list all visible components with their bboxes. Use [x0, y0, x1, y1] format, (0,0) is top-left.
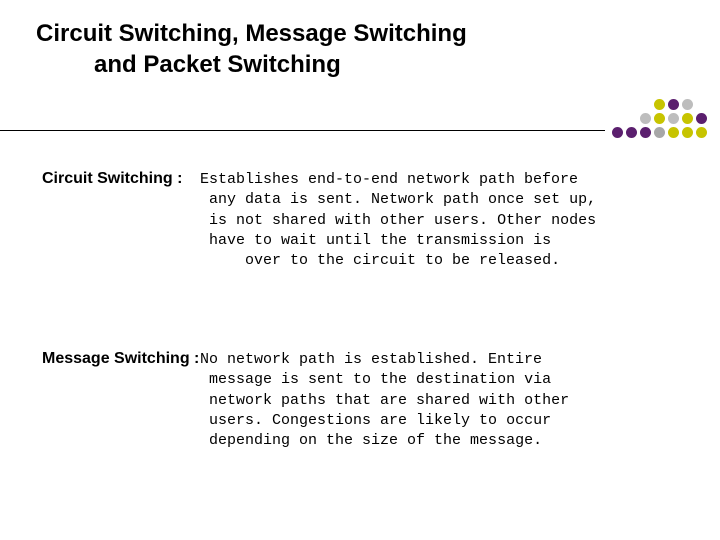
section-body: No network path is established. Entire m… — [200, 350, 700, 451]
dot-icon — [668, 113, 679, 124]
section-body: Establishes end-to-end network path befo… — [200, 170, 700, 271]
decoration-dots — [612, 95, 712, 145]
dot-icon — [640, 127, 651, 138]
dot-icon — [682, 99, 693, 110]
dot-icon — [654, 113, 665, 124]
title-divider — [0, 130, 605, 131]
dot-icon — [696, 113, 707, 124]
section-message-switching: Message Switching : No network path is e… — [42, 350, 700, 451]
dot-icon — [682, 127, 693, 138]
dot-icon — [668, 127, 679, 138]
section-label: Circuit Switching : — [42, 170, 182, 188]
dot-icon — [654, 127, 665, 138]
section-circuit-switching: Circuit Switching : Establishes end-to-e… — [42, 170, 700, 271]
dot-icon — [654, 99, 665, 110]
dot-icon — [612, 127, 623, 138]
dot-icon — [640, 113, 651, 124]
dot-icon — [696, 127, 707, 138]
dot-icon — [682, 113, 693, 124]
slide-title: Circuit Switching, Message Switching and… — [36, 18, 467, 80]
dot-icon — [668, 99, 679, 110]
dot-icon — [626, 127, 637, 138]
title-line-1: Circuit Switching, Message Switching — [36, 20, 467, 47]
title-line-2: and Packet Switching — [36, 51, 341, 78]
section-label: Message Switching : — [42, 350, 199, 368]
